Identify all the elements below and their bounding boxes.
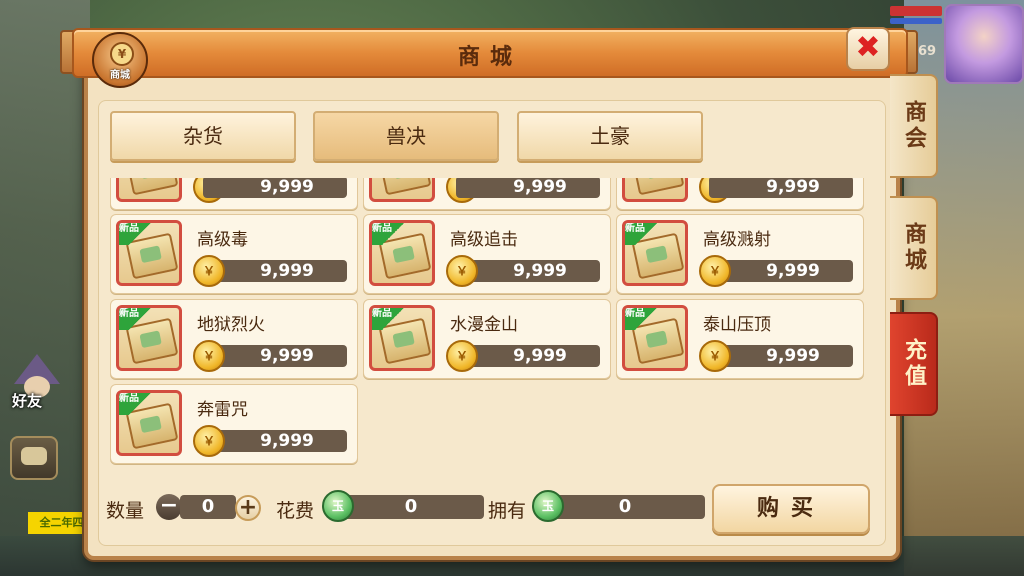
item-name: 高级毒 bbox=[197, 230, 248, 250]
item-list[interactable]: ￥ 9,999 ￥ 9,999 ￥ 9,999 新品 高级毒 ￥ 9,999 新… bbox=[108, 178, 868, 466]
jade-currency-icon: 玉 bbox=[532, 490, 564, 522]
coin-icon: ￥ bbox=[699, 340, 731, 372]
item-card[interactable]: 新品 水漫金山 ￥ 9,999 bbox=[363, 299, 611, 379]
quantity-decrease-button[interactable]: − bbox=[156, 494, 182, 520]
skill-scroll-icon: 新品 bbox=[369, 305, 435, 371]
skill-scroll-icon: 新品 bbox=[369, 220, 435, 286]
skill-scroll-icon: 新品 bbox=[622, 220, 688, 286]
coin-icon: ￥ bbox=[193, 255, 225, 287]
coin-icon: ￥ bbox=[193, 340, 225, 372]
item-name: 泰山压顶 bbox=[703, 315, 771, 335]
item-price: 9,999 bbox=[260, 346, 314, 366]
close-button[interactable]: ✖ bbox=[846, 27, 890, 71]
quantity-input[interactable]: 0 bbox=[180, 495, 236, 519]
item-card[interactable]: 新品 奔雷咒 ￥ 9,999 bbox=[110, 384, 358, 464]
new-badge: 新品 bbox=[119, 308, 153, 330]
item-name: 高级溅射 bbox=[703, 230, 771, 250]
item-price: 9,999 bbox=[766, 261, 820, 281]
item-card[interactable]: 新品 地狱烈火 ￥ 9,999 bbox=[110, 299, 358, 379]
item-price: 9,999 bbox=[260, 431, 314, 451]
cost-label: 花费 bbox=[276, 500, 315, 522]
cost-value: 0 bbox=[338, 495, 484, 519]
own-label: 拥有 bbox=[488, 500, 527, 522]
skill-scroll-icon: 新品 bbox=[116, 220, 182, 286]
item-price: 9,999 bbox=[513, 261, 567, 281]
category-tab-groceries[interactable]: 杂货 bbox=[110, 111, 296, 161]
coin-icon: ￥ bbox=[699, 255, 731, 287]
item-card[interactable]: ￥ 9,999 bbox=[363, 178, 611, 210]
skill-scroll-icon bbox=[369, 178, 435, 202]
item-name: 高级追击 bbox=[450, 230, 518, 250]
skill-scroll-icon bbox=[116, 178, 182, 202]
item-card[interactable]: ￥ 9,999 bbox=[110, 178, 358, 210]
item-price: 9,999 bbox=[766, 178, 820, 197]
category-tab-premium[interactable]: 土豪 bbox=[517, 111, 703, 161]
item-card[interactable]: 新品 高级毒 ￥ 9,999 bbox=[110, 214, 358, 294]
game-background-left bbox=[0, 0, 90, 576]
new-badge: 新品 bbox=[625, 223, 659, 245]
item-price: 9,999 bbox=[513, 178, 567, 197]
player-level: 69 bbox=[918, 44, 937, 59]
coin-icon: ￥ bbox=[193, 425, 225, 457]
quantity-increase-button[interactable]: + bbox=[235, 495, 261, 521]
coin-icon: ¥ bbox=[110, 42, 134, 66]
new-badge: 新品 bbox=[372, 223, 406, 245]
mp-bar bbox=[890, 18, 942, 24]
new-badge: 新品 bbox=[625, 308, 659, 330]
item-price: 9,999 bbox=[260, 178, 314, 197]
friend-label: 好友 bbox=[12, 392, 43, 410]
item-price: 9,999 bbox=[513, 346, 567, 366]
category-tab-pet-skills[interactable]: 兽决 bbox=[313, 111, 499, 161]
new-badge: 新品 bbox=[119, 223, 153, 245]
shop-emblem-icon: ¥ 商城 bbox=[92, 32, 148, 88]
item-card[interactable]: 新品 高级追击 ￥ 9,999 bbox=[363, 214, 611, 294]
tab-mall[interactable]: 商城 bbox=[890, 196, 938, 300]
item-name: 地狱烈火 bbox=[197, 315, 265, 335]
skill-scroll-icon bbox=[622, 178, 688, 202]
tab-guild-shop[interactable]: 商会 bbox=[890, 74, 938, 178]
chat-icon[interactable] bbox=[10, 436, 58, 480]
item-name: 奔雷咒 bbox=[197, 400, 248, 420]
skill-scroll-icon: 新品 bbox=[116, 305, 182, 371]
hp-bar bbox=[890, 6, 942, 16]
item-price: 9,999 bbox=[766, 346, 820, 366]
window-title: 商城 bbox=[457, 45, 522, 70]
coin-icon: ￥ bbox=[446, 255, 478, 287]
quantity-label: 数量 bbox=[106, 500, 145, 522]
item-card[interactable]: ￥ 9,999 bbox=[616, 178, 864, 210]
title-bar: 商城 bbox=[72, 28, 908, 78]
item-card[interactable]: 新品 泰山压顶 ￥ 9,999 bbox=[616, 299, 864, 379]
skill-scroll-icon: 新品 bbox=[116, 390, 182, 456]
item-name: 水漫金山 bbox=[450, 315, 518, 335]
own-value: 0 bbox=[545, 495, 705, 519]
player-avatar[interactable] bbox=[944, 4, 1024, 84]
close-icon: ✖ bbox=[855, 30, 881, 65]
emblem-label: 商城 bbox=[110, 70, 130, 81]
item-card[interactable]: 新品 高级溅射 ￥ 9,999 bbox=[616, 214, 864, 294]
buy-button[interactable]: 购买 bbox=[712, 484, 870, 534]
tab-recharge[interactable]: 充值 bbox=[890, 312, 938, 416]
skill-scroll-icon: 新品 bbox=[622, 305, 688, 371]
new-badge: 新品 bbox=[119, 393, 153, 415]
new-badge: 新品 bbox=[372, 308, 406, 330]
jade-currency-icon: 玉 bbox=[322, 490, 354, 522]
item-price: 9,999 bbox=[260, 261, 314, 281]
coin-icon: ￥ bbox=[446, 340, 478, 372]
